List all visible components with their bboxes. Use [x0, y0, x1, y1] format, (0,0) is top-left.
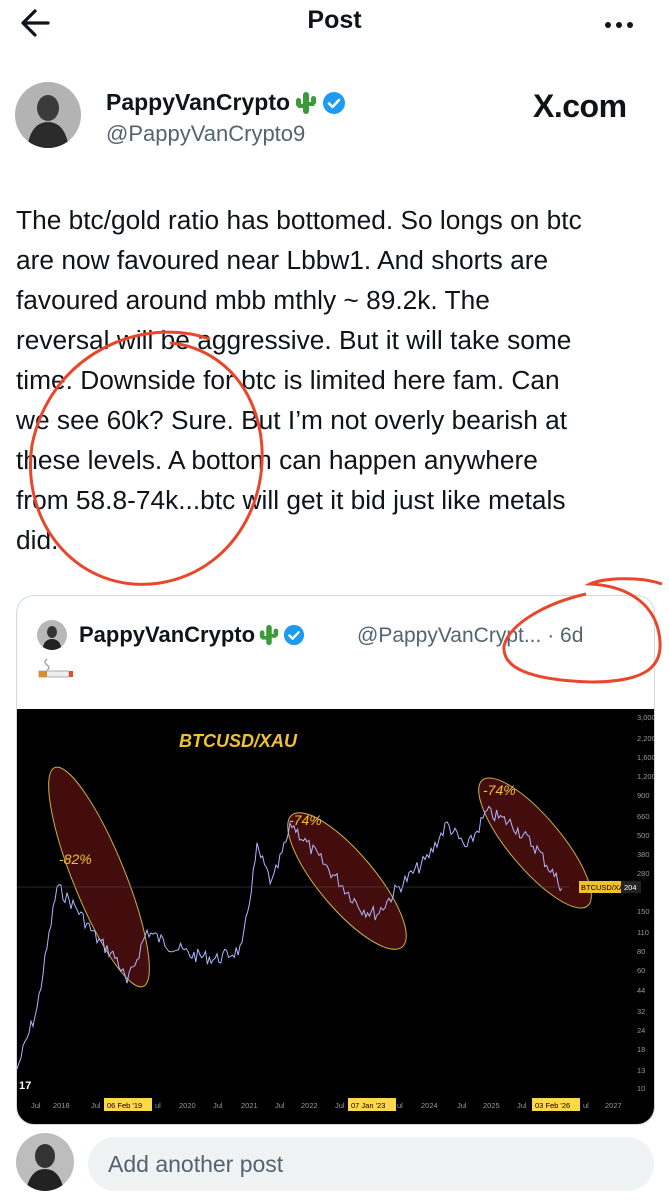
x-tick-label: 07 Jan '23: [351, 1101, 385, 1110]
quote-avatar: [37, 620, 67, 650]
cigarette-icon: [38, 658, 73, 678]
quote-author-name-text: PappyVanCrypto: [79, 622, 256, 647]
drawdown-ellipse: [48, 766, 150, 988]
y-tick-label: 18: [637, 1045, 645, 1054]
x-tick-label: 2024: [421, 1101, 438, 1110]
more-options-icon[interactable]: [604, 12, 634, 38]
author-name-text: PappyVanCrypto: [106, 89, 291, 115]
post-line: favoured around mbb mthly ~ 89.2k. The: [16, 285, 490, 315]
author-name[interactable]: PappyVanCrypto: [106, 89, 346, 116]
y-tick-label: 900: [637, 791, 650, 800]
xcom-watermark: X.com: [533, 88, 627, 124]
y-tick-label: 44: [637, 986, 645, 995]
x-tick-label: 2020: [179, 1101, 196, 1110]
x-tick-label: 2021: [241, 1101, 258, 1110]
y-tick-label: 2,200: [637, 734, 655, 743]
author-avatar[interactable]: [15, 82, 81, 148]
cactus-icon: [259, 624, 279, 646]
y-tick-label: 3,000: [637, 713, 655, 722]
quote-author-name: PappyVanCrypto: [79, 622, 305, 648]
x-tick-label: Jul: [457, 1101, 467, 1110]
y-tick-label: 500: [637, 831, 650, 840]
btc-gold-chart: BTCUSD/XAU 3,000 2,200 1,600 1,200 900 660 500…: [17, 713, 655, 1111]
y-tick-label: 280: [637, 869, 650, 878]
chart-image: BTCUSD/XAU 3,000 2,200 1,600 1,200 900 660 500…: [17, 709, 655, 1124]
x-tick-label: 03 Feb '26: [535, 1101, 570, 1110]
cactus-icon: [296, 91, 317, 114]
x-tick-label: 2027: [605, 1101, 622, 1110]
y-axis: 3,000 2,200 1,600 1,200 900 660 500 380 280 150 11…: [637, 713, 655, 1093]
markup-circle: [29, 330, 264, 586]
price-value: 204: [624, 883, 637, 892]
x-tick-label: 2022: [301, 1101, 318, 1110]
y-tick-label: 13: [637, 1066, 645, 1075]
markup-scribble: [502, 577, 663, 684]
y-tick-label: 110: [637, 928, 649, 937]
x-tick-label: Jul: [517, 1101, 527, 1110]
y-tick-label: 10: [637, 1084, 645, 1093]
x-tick-label: Jul: [213, 1101, 223, 1110]
y-tick-label: 150: [637, 907, 650, 916]
reply-avatar: [16, 1133, 74, 1191]
x-axis: Jul 2018 Jul 06 Feb '19 ul 2020 Jul 2021 Jul 2022…: [31, 1098, 622, 1111]
chart-title: BTCUSD/XAU: [179, 731, 298, 751]
x-tick-label: ul: [155, 1101, 161, 1110]
x-tick-label: 2018: [53, 1101, 70, 1110]
tradingview-logo: 17: [19, 1080, 31, 1092]
y-tick-label: 660: [637, 812, 650, 821]
y-tick-label: 24: [637, 1026, 645, 1035]
top-bar: Post: [0, 0, 669, 44]
y-tick-label: 80: [637, 947, 645, 956]
x-tick-label: Jul: [275, 1101, 285, 1110]
page-title: Post: [307, 6, 362, 34]
y-tick-label: 1,200: [637, 772, 655, 781]
drawdown-annotation: -82%: [59, 851, 92, 867]
verified-badge-icon: [323, 91, 346, 114]
y-tick-label: 60: [637, 966, 645, 975]
post-line: The btc/gold ratio has bottomed. So long…: [16, 205, 582, 235]
x-tick-label: ul: [583, 1101, 589, 1110]
verified-badge-icon: [283, 624, 305, 646]
x-tick-label: Jul: [31, 1101, 41, 1110]
x-tick-label: 06 Feb '19: [107, 1101, 142, 1110]
x-tick-label: ul: [397, 1101, 403, 1110]
y-tick-label: 32: [637, 1007, 645, 1016]
post-line: are now favoured near Lbbw1. And shorts …: [16, 245, 549, 275]
author-handle[interactable]: @PappyVanCrypto9: [106, 121, 305, 147]
drawdown-annotation: -74%: [289, 812, 322, 828]
x-tick-label: Jul: [91, 1101, 101, 1110]
x-tick-label: 2025: [483, 1101, 500, 1110]
x-tick-label: Jul: [335, 1101, 345, 1110]
reply-placeholder: Add another post: [108, 1151, 284, 1177]
y-tick-label: 1,600: [637, 753, 655, 762]
y-tick-label: 380: [637, 850, 650, 859]
reply-input[interactable]: Add another post: [88, 1137, 654, 1191]
drawdown-annotation: -74%: [483, 782, 516, 798]
